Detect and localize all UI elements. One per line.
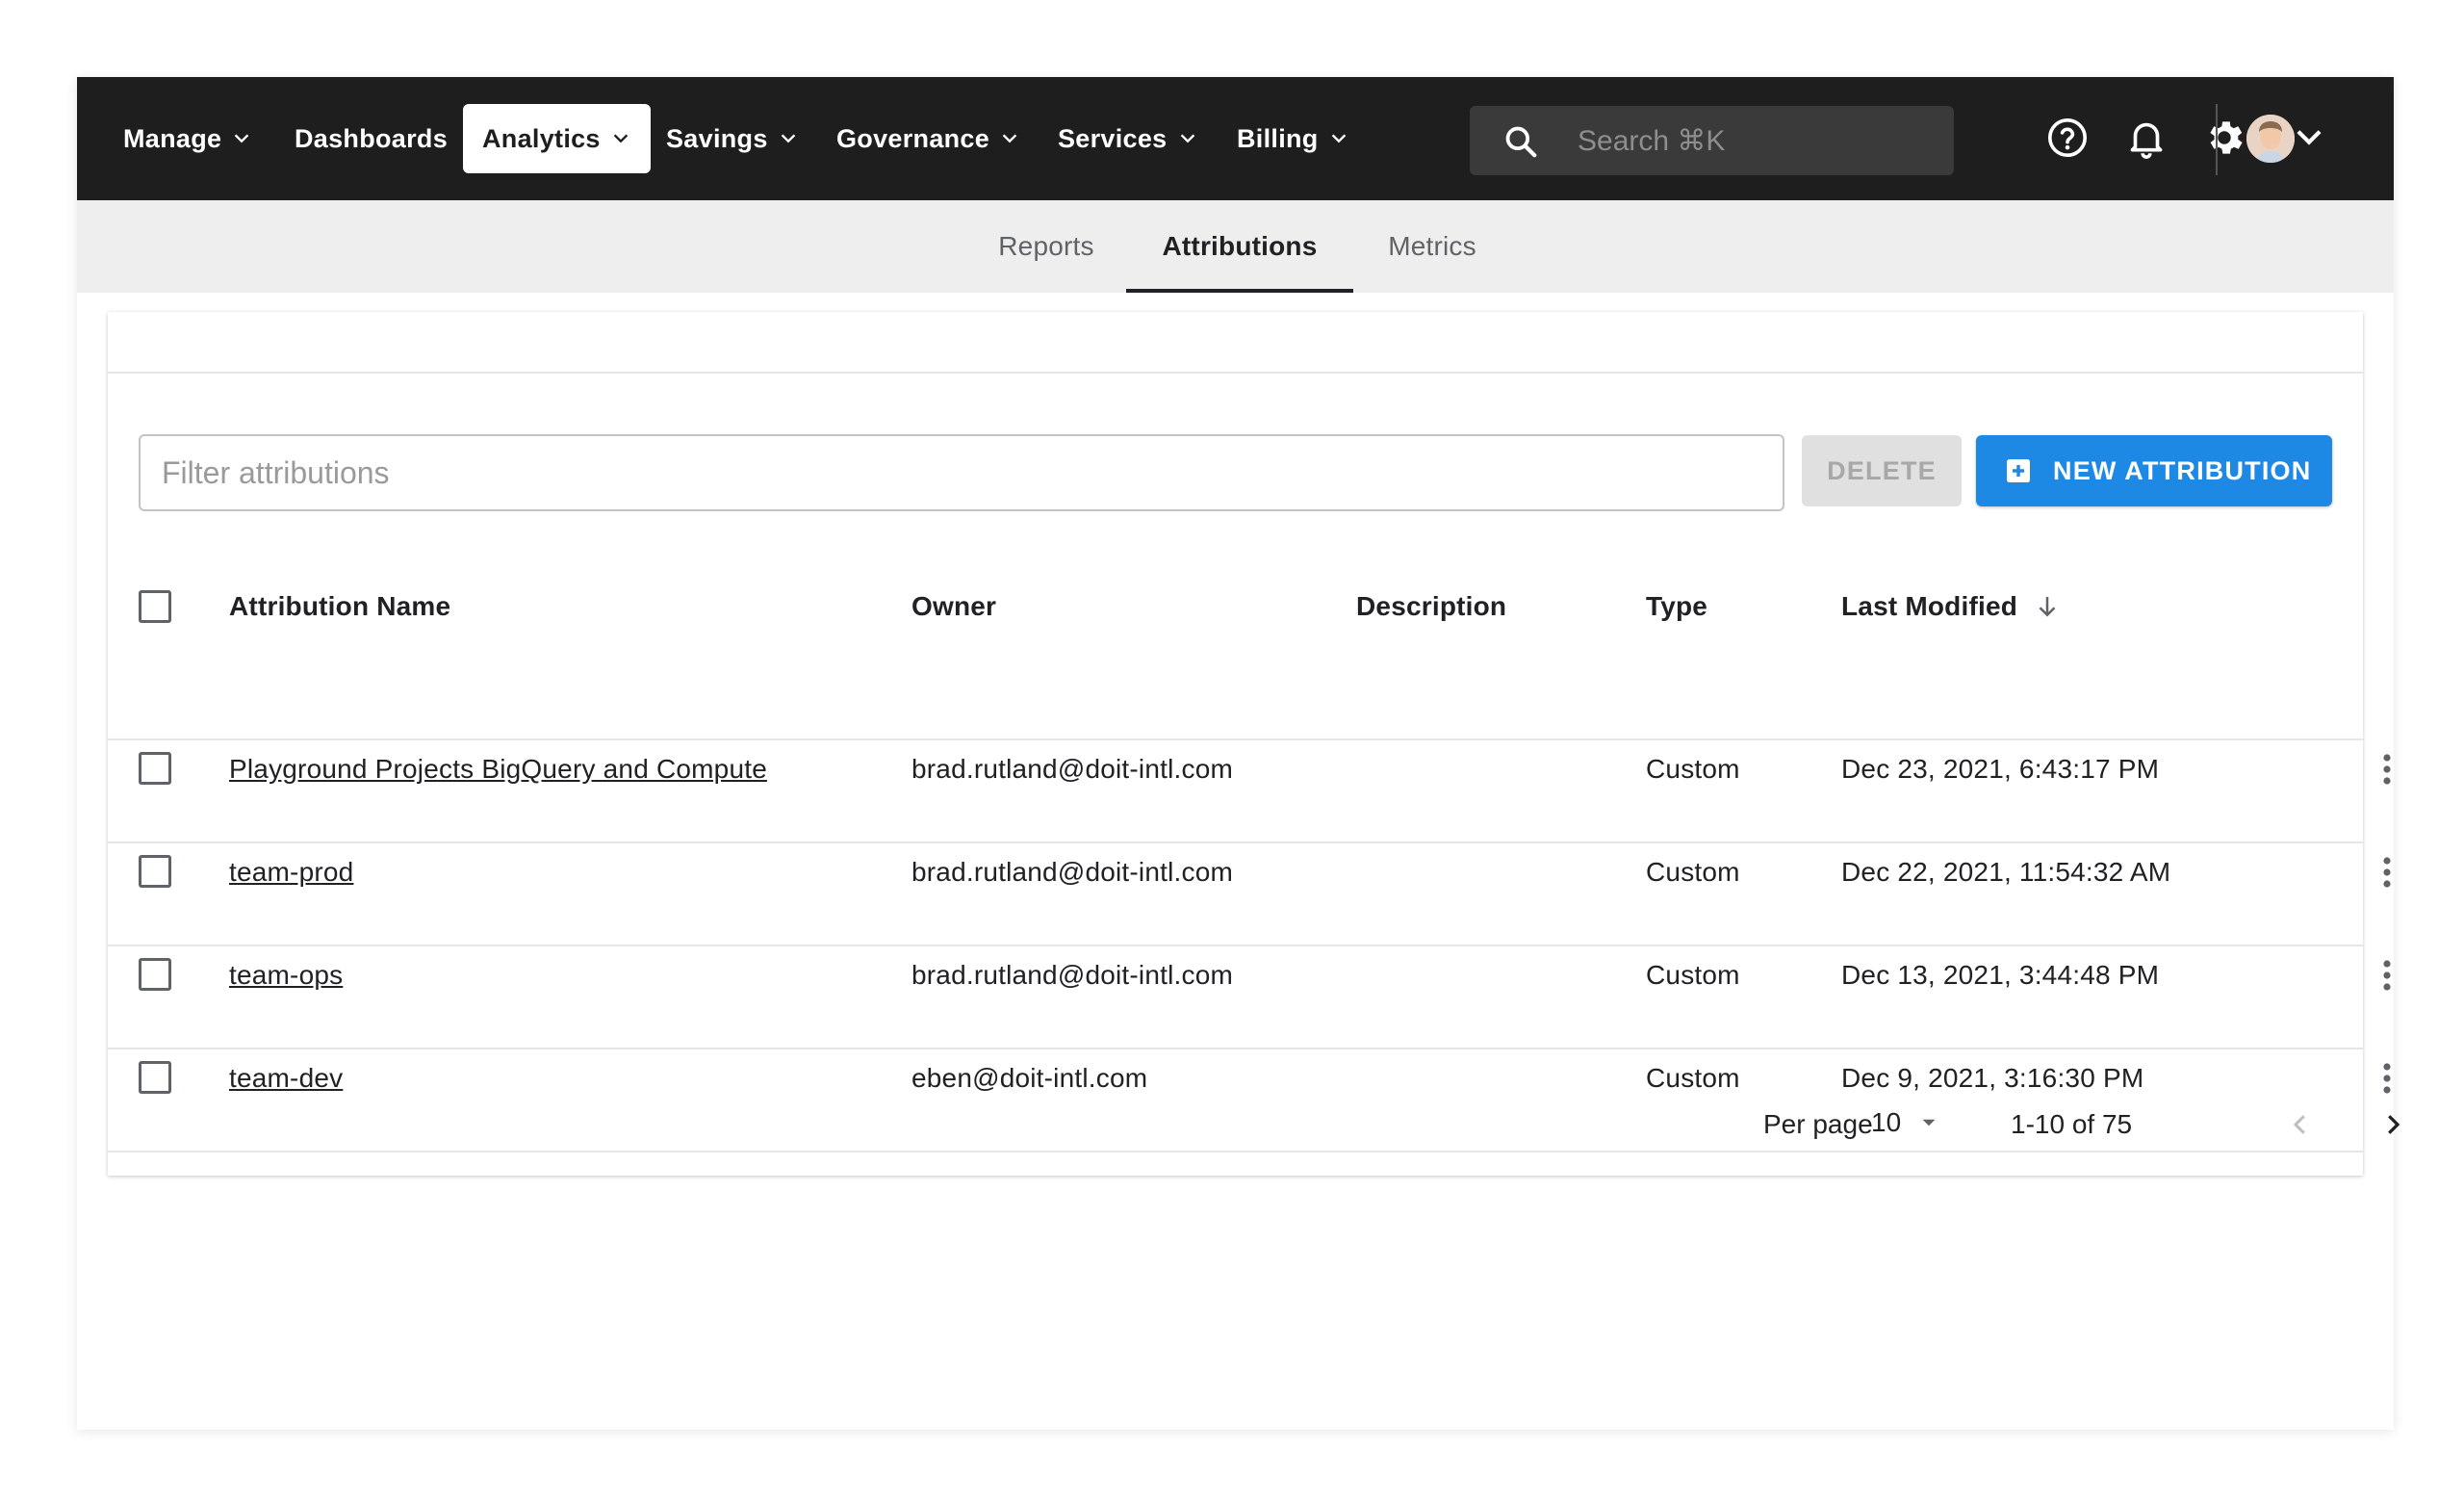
new-attribution-label: NEW ATTRIBUTION bbox=[2053, 455, 2312, 485]
avatar[interactable] bbox=[2246, 115, 2295, 163]
more-vert-icon[interactable] bbox=[2381, 853, 2393, 892]
nav-services-label: Services bbox=[1058, 123, 1168, 153]
modified-cell: Dec 22, 2021, 11:54:32 AM bbox=[1841, 857, 2171, 887]
type-cell: Custom bbox=[1646, 754, 1740, 784]
page-range: 1-10 of 75 bbox=[2011, 1109, 2133, 1139]
nav-billing-label: Billing bbox=[1237, 123, 1319, 153]
row-checkbox[interactable] bbox=[139, 855, 171, 888]
divider bbox=[108, 842, 2363, 843]
divider bbox=[108, 945, 2363, 946]
more-vert-icon[interactable] bbox=[2381, 1059, 2393, 1098]
modified-cell: Dec 9, 2021, 3:16:30 PM bbox=[1841, 1063, 2144, 1093]
divider bbox=[108, 372, 2363, 374]
attribution-name-link[interactable]: team-prod bbox=[229, 853, 353, 892]
header-type[interactable]: Type bbox=[1646, 587, 1707, 626]
nav-billing[interactable]: Billing bbox=[1237, 104, 1349, 173]
sub-tabs: Reports Attributions Metrics bbox=[77, 200, 2394, 293]
type-cell: Custom bbox=[1646, 857, 1740, 887]
toolbar-divider bbox=[2216, 104, 2218, 175]
per-page-value: 10 bbox=[1871, 1107, 1902, 1137]
header-last-modified-label: Last Modified bbox=[1841, 591, 2018, 621]
add-box-icon bbox=[2003, 455, 2034, 486]
nav-manage[interactable]: Manage bbox=[123, 104, 252, 173]
chevron-down-icon bbox=[1328, 128, 1349, 149]
divider bbox=[108, 738, 2363, 740]
select-all-checkbox[interactable] bbox=[139, 590, 171, 623]
header-description[interactable]: Description bbox=[1356, 587, 1506, 626]
arrow-down-icon bbox=[2033, 592, 2062, 621]
app-window: Manage Dashboards Analytics Savings Gove… bbox=[77, 77, 2400, 1430]
row-checkbox[interactable] bbox=[139, 1061, 171, 1094]
divider bbox=[108, 1151, 2363, 1152]
header-owner[interactable]: Owner bbox=[911, 587, 996, 626]
modified-cell: Dec 13, 2021, 3:44:48 PM bbox=[1841, 960, 2160, 990]
chevron-down-icon bbox=[778, 128, 799, 149]
delete-button[interactable]: DELETE bbox=[1802, 435, 1962, 506]
header-last-modified[interactable]: Last Modified bbox=[1841, 587, 2062, 626]
nav-dashboards-label: Dashboards bbox=[295, 123, 449, 153]
owner-cell: brad.rutland@doit-intl.com bbox=[911, 754, 1233, 784]
owner-cell: eben@doit-intl.com bbox=[911, 1063, 1148, 1093]
row-checkbox[interactable] bbox=[139, 958, 171, 991]
top-nav-bar: Manage Dashboards Analytics Savings Gove… bbox=[77, 77, 2394, 200]
nav-analytics-label: Analytics bbox=[482, 123, 601, 153]
header-attribution-name[interactable]: Attribution Name bbox=[229, 587, 450, 626]
gear-icon[interactable] bbox=[2202, 116, 2246, 160]
tab-reports[interactable]: Reports bbox=[978, 200, 1115, 293]
more-vert-icon[interactable] bbox=[2381, 956, 2393, 995]
nav-manage-label: Manage bbox=[123, 123, 222, 153]
chevron-left-icon[interactable] bbox=[2286, 1110, 2315, 1139]
row-checkbox[interactable] bbox=[139, 752, 171, 785]
divider bbox=[108, 1048, 2363, 1049]
nav-governance[interactable]: Governance bbox=[836, 104, 1020, 173]
help-icon[interactable] bbox=[2045, 116, 2090, 160]
search-placeholder: Search ⌘K bbox=[1578, 124, 1726, 157]
chevron-right-icon[interactable] bbox=[2378, 1110, 2407, 1139]
chevron-down-icon bbox=[610, 128, 631, 149]
more-vert-icon[interactable] bbox=[2381, 750, 2393, 789]
attribution-name-link[interactable]: team-ops bbox=[229, 956, 343, 995]
search-box[interactable]: Search ⌘K bbox=[1470, 106, 1954, 175]
nav-savings[interactable]: Savings bbox=[666, 104, 799, 173]
filter-input[interactable] bbox=[139, 434, 1784, 511]
bell-icon[interactable] bbox=[2124, 116, 2169, 160]
nav-governance-label: Governance bbox=[836, 123, 990, 153]
chevron-down-icon bbox=[231, 128, 252, 149]
tab-metrics-label: Metrics bbox=[1388, 231, 1476, 261]
attribution-name-link[interactable]: Playground Projects BigQuery and Compute bbox=[229, 750, 767, 789]
chevron-down-icon bbox=[999, 128, 1020, 149]
nav-services[interactable]: Services bbox=[1058, 104, 1198, 173]
attribution-name-link[interactable]: team-dev bbox=[229, 1059, 343, 1098]
per-page-select[interactable]: 10 bbox=[1871, 1103, 1941, 1142]
new-attribution-button[interactable]: NEW ATTRIBUTION bbox=[1976, 435, 2332, 506]
tab-metrics[interactable]: Metrics bbox=[1365, 200, 1500, 293]
chevron-down-icon bbox=[1177, 128, 1198, 149]
search-icon bbox=[1502, 123, 1539, 160]
type-cell: Custom bbox=[1646, 1063, 1740, 1093]
owner-cell: brad.rutland@doit-intl.com bbox=[911, 857, 1233, 887]
tab-reports-label: Reports bbox=[998, 231, 1094, 261]
owner-cell: brad.rutland@doit-intl.com bbox=[911, 960, 1233, 990]
modified-cell: Dec 23, 2021, 6:43:17 PM bbox=[1841, 754, 2160, 784]
chevron-down-icon[interactable] bbox=[2291, 119, 2327, 156]
nav-analytics[interactable]: Analytics bbox=[463, 104, 651, 173]
nav-dashboards[interactable]: Dashboards bbox=[295, 104, 448, 173]
type-cell: Custom bbox=[1646, 960, 1740, 990]
caret-down-icon bbox=[1916, 1110, 1941, 1135]
tab-attributions[interactable]: Attributions bbox=[1126, 200, 1353, 293]
nav-savings-label: Savings bbox=[666, 123, 768, 153]
per-page-label: Per page bbox=[1763, 1109, 1873, 1139]
tab-attributions-label: Attributions bbox=[1162, 231, 1318, 261]
attributions-card: DELETE NEW ATTRIBUTION Attribution Name … bbox=[108, 312, 2391, 1176]
